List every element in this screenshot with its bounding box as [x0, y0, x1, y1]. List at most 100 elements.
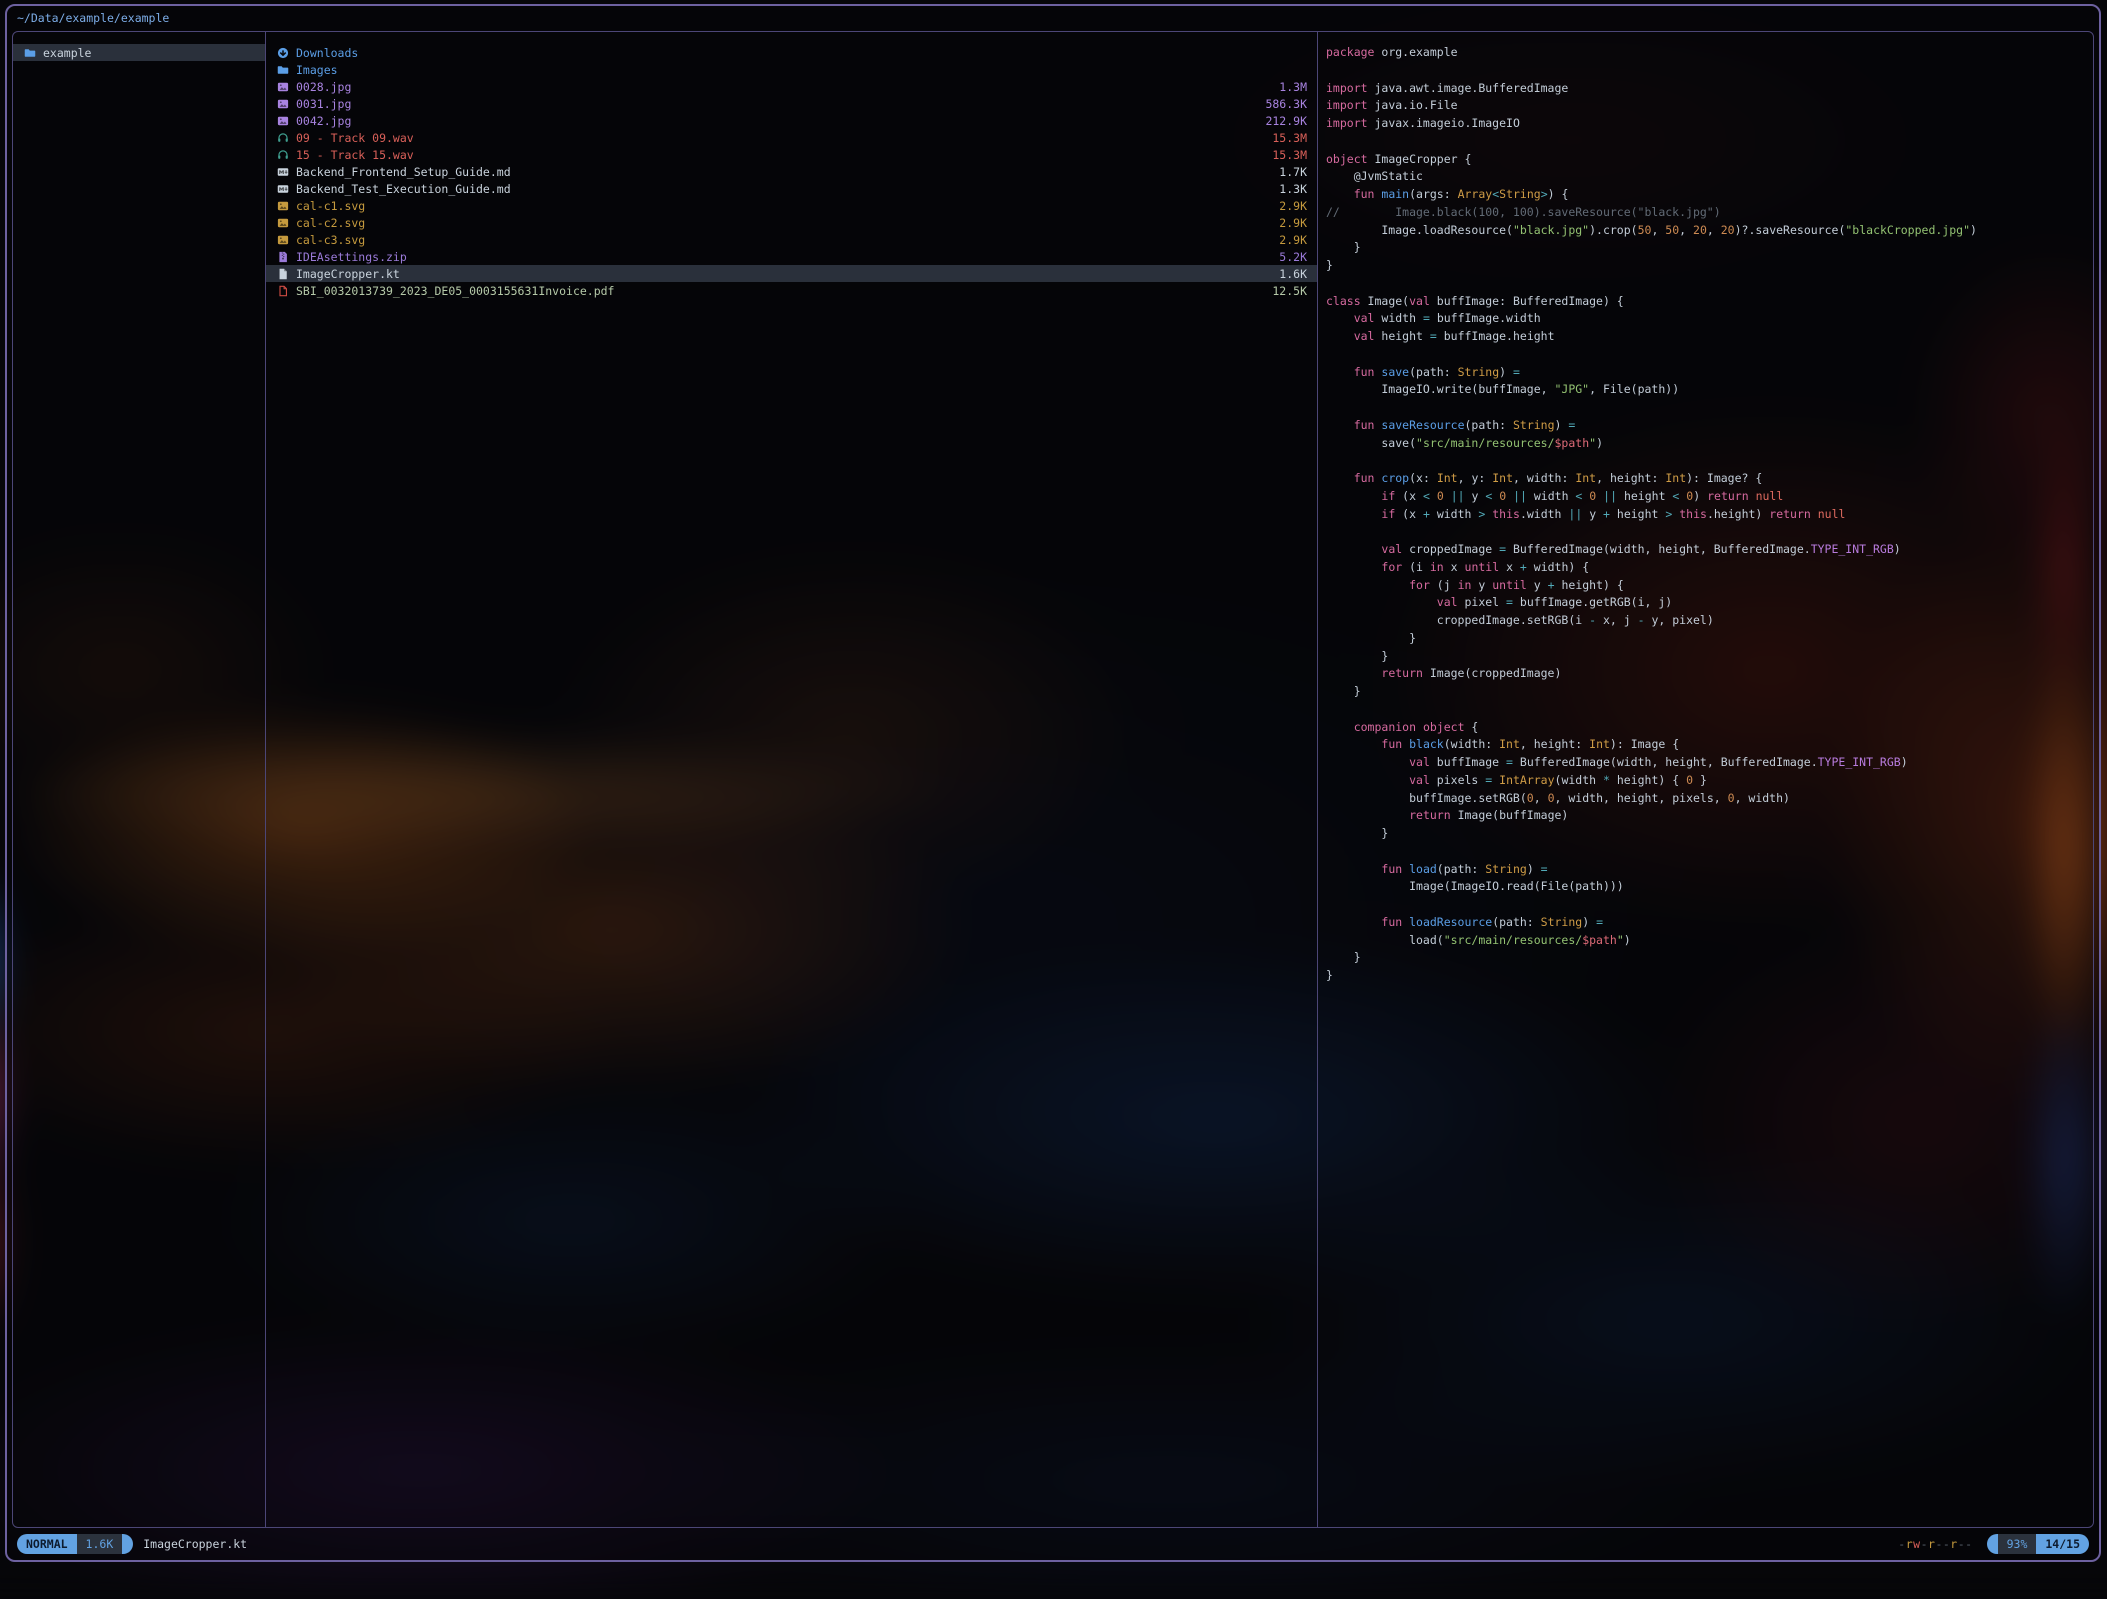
file-permissions: -rw-r--r--: [1898, 1537, 1972, 1551]
status-bar: NORMAL 1.6K ImageCropper.kt -rw-r--r-- 9…: [17, 1533, 2089, 1555]
file-name: 0028.jpg: [296, 80, 351, 94]
file-row[interactable]: 0031.jpg 586.3K: [266, 95, 1317, 112]
code-line: [1326, 275, 2087, 293]
file-name: Backend_Test_Execution_Guide.md: [296, 182, 511, 196]
file-row[interactable]: IDEAsettings.zip 5.2K: [266, 248, 1317, 265]
file-row[interactable]: 15 - Track 15.wav15.3M: [266, 146, 1317, 163]
code-line: [1326, 896, 2087, 914]
code-line: val width = buffImage.width: [1326, 310, 2087, 328]
file-size: 212.9K: [1265, 114, 1307, 128]
code-line: fun black(width: Int, height: Int): Imag…: [1326, 736, 2087, 754]
file-name: cal-c3.svg: [296, 233, 365, 247]
file-row[interactable]: ImageCropper.kt1.6K: [266, 265, 1317, 282]
image-icon: [277, 217, 289, 229]
file-name: cal-c2.svg: [296, 216, 365, 230]
code-line: [1326, 399, 2087, 417]
code-line: load("src/main/resources/$path"): [1326, 932, 2087, 950]
file-name: Downloads: [296, 46, 358, 60]
file-row[interactable]: Downloads: [266, 44, 1317, 61]
code-line: fun loadResource(path: String) =: [1326, 914, 2087, 932]
file-name: 0031.jpg: [296, 97, 351, 111]
file-row[interactable]: Backend_Frontend_Setup_Guide.md 1.7K: [266, 163, 1317, 180]
file-size: 15.3M: [1272, 131, 1307, 145]
code-line: companion object {: [1326, 719, 2087, 737]
file-row[interactable]: 0028.jpg1.3M: [266, 78, 1317, 95]
file-row[interactable]: cal-c2.svg2.9K: [266, 214, 1317, 231]
pdf-icon: [277, 285, 289, 297]
file-row[interactable]: 0042.jpg 212.9K: [266, 112, 1317, 129]
folder-icon: [24, 47, 36, 59]
code-line: }: [1326, 949, 2087, 967]
file-size: 1.7K: [1279, 165, 1307, 179]
parent-directory-item[interactable]: example: [13, 44, 265, 61]
image-icon: [277, 234, 289, 246]
file-icon: [277, 268, 289, 280]
cwd-path: ~/Data/example/example: [17, 11, 169, 25]
code-line: val pixels = IntArray(width * height) { …: [1326, 772, 2087, 790]
folder-download-icon: [277, 47, 289, 59]
file-row[interactable]: 09 - Track 09.wav15.3M: [266, 129, 1317, 146]
cursor-position: 14/15: [2036, 1534, 2089, 1554]
powerline-separator-icon: [1987, 1534, 1998, 1554]
zip-icon: [277, 251, 289, 263]
code-line: }: [1326, 257, 2087, 275]
file-name: 0042.jpg: [296, 114, 351, 128]
code-line: ImageIO.write(buffImage, "JPG", File(pat…: [1326, 381, 2087, 399]
code-line: Image.loadResource("black.jpg").crop(50,…: [1326, 222, 2087, 240]
code-line: }: [1326, 967, 2087, 985]
file-size: 2.9K: [1279, 233, 1307, 247]
code-line: class Image(val buffImage: BufferedImage…: [1326, 293, 2087, 311]
code-line: return Image(buffImage): [1326, 807, 2087, 825]
code-line: }: [1326, 648, 2087, 666]
code-line: Image(ImageIO.read(File(path))): [1326, 878, 2087, 896]
code-line: val height = buffImage.height: [1326, 328, 2087, 346]
code-line: fun saveResource(path: String) =: [1326, 417, 2087, 435]
current-file-name: ImageCropper.kt: [143, 1537, 247, 1551]
markdown-icon: [277, 166, 289, 178]
code-line: package org.example: [1326, 44, 2087, 62]
markdown-icon: [277, 183, 289, 195]
current-directory-pane: DownloadsImages0028.jpg1.3M 0031.jpg 586.3…: [266, 32, 1318, 1527]
header-bar: ~/Data/example/example: [7, 6, 2099, 30]
code-line: import javax.imageio.ImageIO: [1326, 115, 2087, 133]
code-line: croppedImage.setRGB(i - x, j - y, pixel): [1326, 612, 2087, 630]
file-name: IDEAsettings.zip: [296, 250, 407, 264]
file-name: cal-c1.svg: [296, 199, 365, 213]
status-bar-right: -rw-r--r-- 93% 14/15: [1898, 1534, 2089, 1554]
code-line: if (x < 0 || y < 0 || width < 0 || heigh…: [1326, 488, 2087, 506]
code-line: fun load(path: String) =: [1326, 861, 2087, 879]
image-icon: [277, 98, 289, 110]
file-size: 12.5K: [1272, 284, 1307, 298]
code-line: }: [1326, 630, 2087, 648]
parent-directory-pane: example: [13, 32, 266, 1527]
list-progress-percent: 93%: [1998, 1534, 2037, 1554]
image-icon: [277, 115, 289, 127]
code-line: // Image.black(100, 100).saveResource("b…: [1326, 204, 2087, 222]
file-size: 5.2K: [1279, 250, 1307, 264]
image-icon: [277, 81, 289, 93]
code-line: }: [1326, 239, 2087, 257]
terminal-window: ~/Data/example/example example Downloads…: [5, 4, 2101, 1562]
file-preview-pane: package org.exampleimport java.awt.image…: [1318, 32, 2093, 1527]
code-line: fun save(path: String) =: [1326, 364, 2087, 382]
status-bar-left: NORMAL 1.6K ImageCropper.kt: [17, 1534, 247, 1554]
code-line: fun crop(x: Int, y: Int, width: Int, hei…: [1326, 470, 2087, 488]
file-size: 2.9K: [1279, 199, 1307, 213]
file-row[interactable]: Backend_Test_Execution_Guide.md1.3K: [266, 180, 1317, 197]
file-row[interactable]: cal-c3.svg 2.9K: [266, 231, 1317, 248]
file-size: 586.3K: [1265, 97, 1307, 111]
powerline-separator-icon: [122, 1534, 133, 1554]
code-line: }: [1326, 683, 2087, 701]
code-line: [1326, 701, 2087, 719]
code-line: [1326, 346, 2087, 364]
file-row[interactable]: Images: [266, 61, 1317, 78]
code-line: val buffImage = BufferedImage(width, hei…: [1326, 754, 2087, 772]
file-name: Backend_Frontend_Setup_Guide.md: [296, 165, 511, 179]
code-line: [1326, 843, 2087, 861]
code-line: val pixel = buffImage.getRGB(i, j): [1326, 594, 2087, 612]
file-row[interactable]: SBI_0032013739_2023_DE05_0003155631Invoi…: [266, 282, 1317, 299]
code-line: [1326, 62, 2087, 80]
code-line: object ImageCropper {: [1326, 151, 2087, 169]
code-line: for (i in x until x + width) {: [1326, 559, 2087, 577]
file-row[interactable]: cal-c1.svg 2.9K: [266, 197, 1317, 214]
